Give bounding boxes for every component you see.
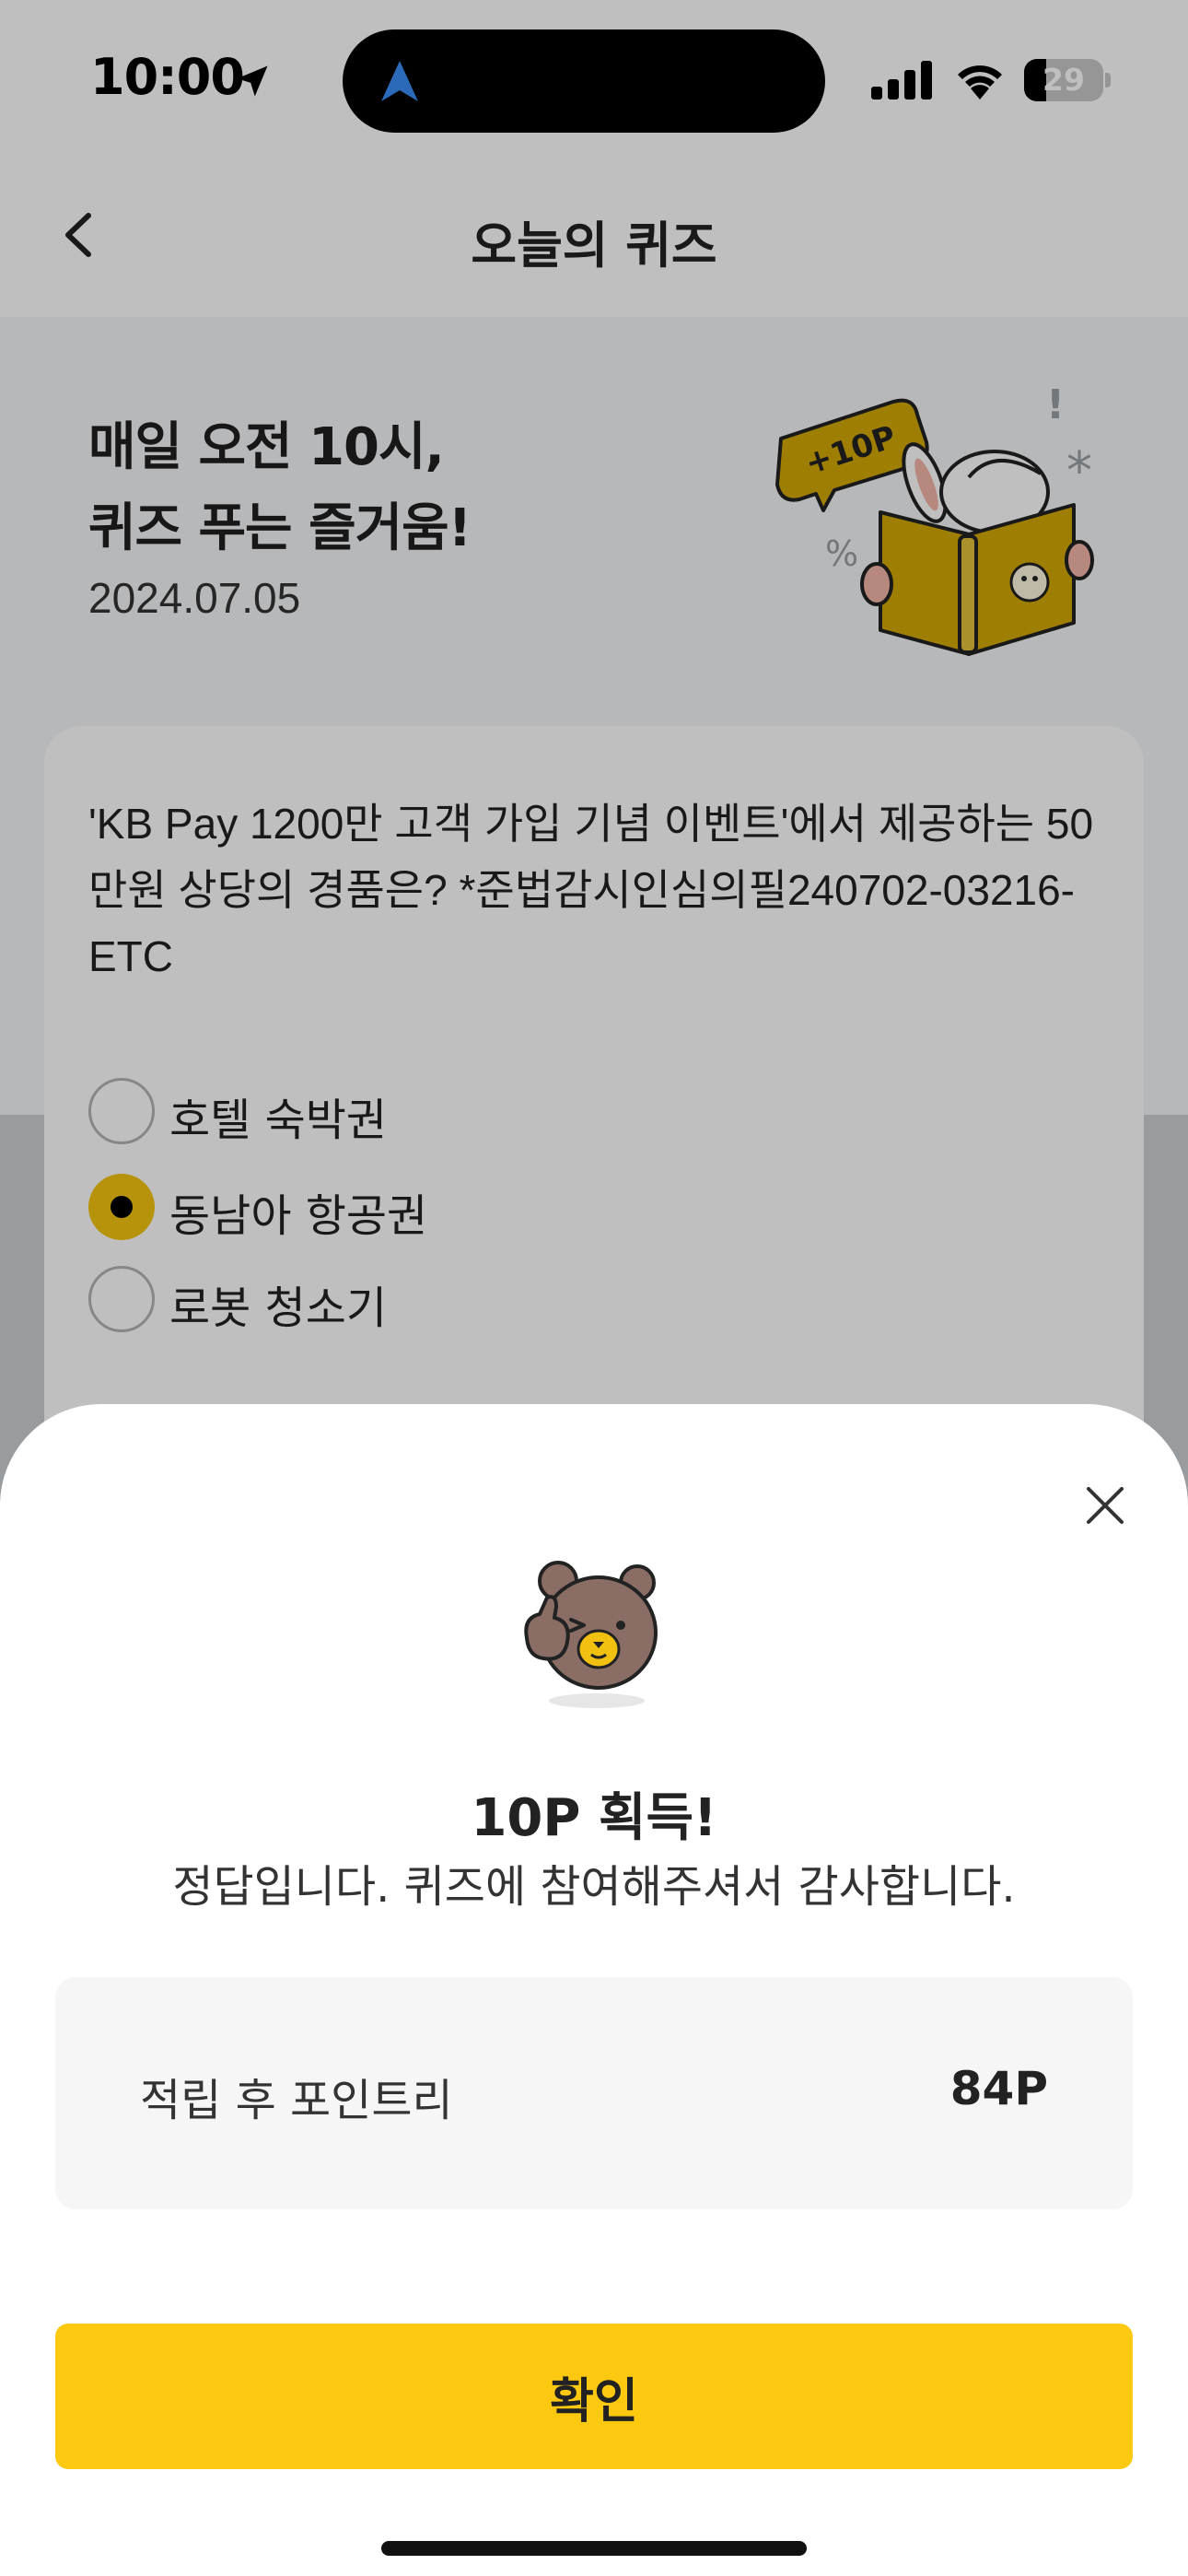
reward-message: 정답입니다. 퀴즈에 참여해주셔서 감사합니다. xyxy=(172,1861,1016,1913)
reward-title: 10P 획득! xyxy=(471,1788,717,1848)
confirm-button[interactable]: 확인 xyxy=(55,2324,1133,2469)
home-indicator[interactable] xyxy=(381,2541,807,2556)
bear-thumbs-up-icon xyxy=(524,1561,658,1708)
points-value: 84P xyxy=(949,2062,1048,2115)
points-label: 적립 후 포인트리 xyxy=(140,2075,453,2126)
points-summary: 적립 후 포인트리 84P xyxy=(55,1977,1133,2209)
close-icon[interactable] xyxy=(1077,1478,1133,1533)
reward-bottom-sheet: 10P 획득! 정답입니다. 퀴즈에 참여해주셔서 감사합니다. 적립 후 포인… xyxy=(0,1404,1188,2576)
